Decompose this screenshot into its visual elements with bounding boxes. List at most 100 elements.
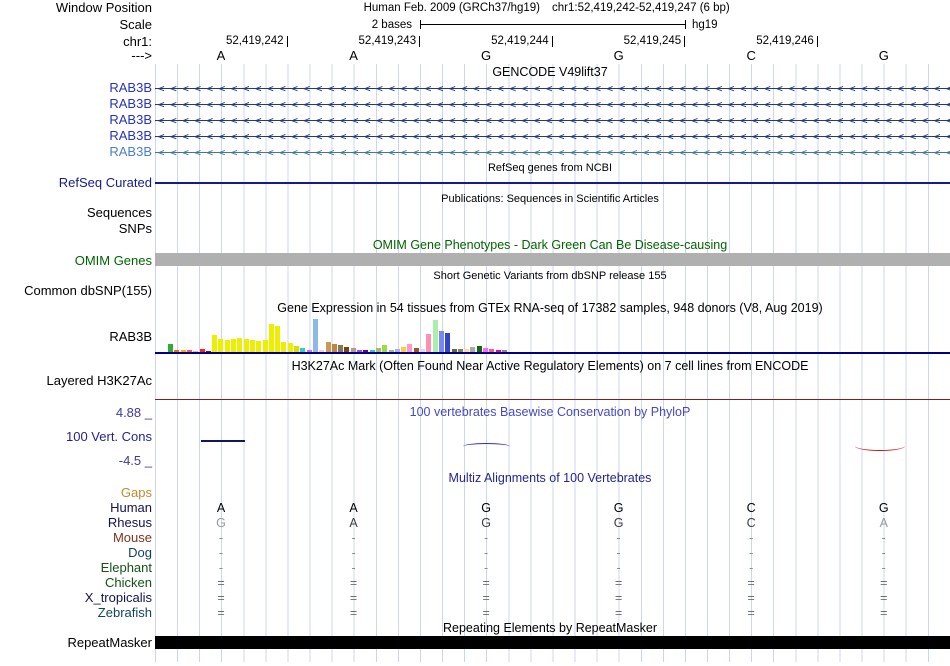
gtex-tissue-bar[interactable]	[231, 339, 236, 352]
alignment-base: -	[351, 546, 356, 560]
gene-label[interactable]: RAB3B	[0, 97, 152, 111]
refseq-track-label[interactable]: RefSeq Curated	[0, 176, 152, 190]
gtex-tissue-bar[interactable]	[338, 345, 344, 352]
alignment-base: =	[880, 606, 888, 620]
refseq-line[interactable]	[155, 182, 950, 184]
alignment-base: =	[349, 591, 358, 605]
alignment-base: -	[484, 531, 489, 545]
gene-label[interactable]: RAB3B	[0, 81, 152, 95]
h3k27ac-track-label[interactable]: Layered H3K27Ac	[0, 374, 152, 388]
alignment-base: G	[613, 501, 624, 515]
species-label[interactable]: Elephant	[0, 561, 152, 575]
species-label[interactable]: Rhesus	[0, 516, 152, 530]
alignment-base: =	[747, 591, 755, 605]
gtex-tissue-bar[interactable]	[256, 341, 262, 352]
repeatmasker-bar[interactable]	[155, 636, 950, 649]
dbsnp-title[interactable]: Short Genetic Variants from dbSNP releas…	[155, 270, 945, 283]
gtex-tissue-bar[interactable]	[281, 342, 287, 352]
sequences-track-label[interactable]: Sequences	[0, 206, 152, 220]
gtex-tissue-bar[interactable]	[275, 326, 281, 352]
alignment-base: -	[881, 546, 886, 560]
alignment-base: =	[880, 576, 888, 590]
alignment-base: -	[218, 546, 224, 560]
conservation-mark[interactable]	[855, 441, 905, 451]
gtex-tissue-bar[interactable]	[243, 339, 249, 352]
gene-transcript[interactable]: <<<<<<<<<<<<<<<<<<<<<<<<<<<<<<<<<<<<<<<<…	[155, 145, 950, 160]
gtex-tissue-bar[interactable]	[382, 345, 388, 352]
dbsnp-track-label[interactable]: Common dbSNP(155)	[0, 284, 152, 298]
repeatmasker-track-label[interactable]: RepeatMasker	[0, 636, 152, 650]
publications-title[interactable]: Publications: Sequences in Scientific Ar…	[155, 193, 945, 206]
conservation-track-label[interactable]: 100 Vert. Cons	[0, 430, 152, 444]
species-label[interactable]: Human	[0, 501, 152, 515]
conservation-mark[interactable]	[201, 440, 245, 442]
gtex-tissue-bar[interactable]	[224, 340, 230, 352]
gtex-tissue-bar[interactable]	[218, 339, 224, 352]
gene-transcript[interactable]: <<<<<<<<<<<<<<<<<<<<<<<<<<<<<<<<<<<<<<<<…	[155, 129, 950, 144]
gtex-title[interactable]: Gene Expression in 54 tissues from GTEx …	[155, 302, 945, 315]
gtex-tissue-bar[interactable]	[325, 342, 331, 352]
species-label[interactable]: Gaps	[0, 486, 152, 500]
alignment-base: G	[613, 516, 624, 530]
gtex-tissue-bar[interactable]	[168, 344, 173, 352]
gene-transcript[interactable]: <<<<<<<<<<<<<<<<<<<<<<<<<<<<<<<<<<<<<<<<…	[155, 81, 950, 96]
alignment-base: =	[614, 576, 623, 590]
gtex-baseline	[155, 352, 950, 354]
multiz-title[interactable]: Multiz Alignments of 100 Vertebrates	[155, 472, 945, 485]
alignment-base: -	[351, 561, 356, 575]
species-label[interactable]: Mouse	[0, 531, 152, 545]
conservation-mark[interactable]	[463, 443, 510, 450]
species-label[interactable]: X_tropicalis	[0, 591, 152, 605]
gtex-track-label[interactable]: RAB3B	[0, 330, 152, 344]
alignment-base: -	[484, 561, 489, 575]
h3k27ac-title[interactable]: H3K27Ac Mark (Often Found Near Active Re…	[155, 360, 945, 373]
alignment-base: A	[216, 501, 226, 515]
alignment-base: -	[749, 531, 754, 545]
gtex-tissue-bar[interactable]	[445, 333, 451, 352]
phylop-title[interactable]: 100 vertebrates Basewise Conservation by…	[155, 406, 945, 419]
gtex-tissue-bar[interactable]	[268, 324, 274, 352]
gtex-tissue-bar[interactable]	[237, 338, 243, 352]
alignment-base: -	[218, 531, 224, 545]
species-label[interactable]: Dog	[0, 546, 152, 560]
gene-label[interactable]: RAB3B	[0, 129, 152, 143]
reference-base: G	[878, 48, 889, 63]
coordinate-label: 52,419,242	[225, 35, 284, 47]
gtex-tissue-bar[interactable]	[438, 331, 444, 352]
reference-base: A	[349, 48, 358, 63]
window-position-label: Window Position	[55, 0, 152, 15]
gene-label[interactable]: RAB3B	[0, 145, 152, 159]
species-label[interactable]: Chicken	[0, 576, 152, 590]
gene-label[interactable]: RAB3B	[0, 113, 152, 127]
gtex-tissue-bar[interactable]	[407, 344, 413, 352]
phylop-max-label: 4.88 _	[115, 405, 152, 420]
gtex-tissue-bar[interactable]	[262, 340, 268, 352]
gene-transcript[interactable]: <<<<<<<<<<<<<<<<<<<<<<<<<<<<<<<<<<<<<<<<…	[155, 97, 950, 112]
alignment-base: =	[747, 576, 755, 590]
gencode-title[interactable]: GENCODE V49lift37	[155, 66, 945, 79]
coordinate-tick	[419, 36, 420, 47]
strand-arrows-icon: <<<<<<<<<<<<<<<<<<<<<<<<<<<<<<<<<<<<<<<<…	[158, 130, 950, 143]
species-label[interactable]: Zebrafish	[0, 606, 152, 620]
gtex-tissue-bar[interactable]	[432, 320, 438, 352]
alignment-base: =	[614, 591, 623, 605]
omim-title[interactable]: OMIM Gene Phenotypes - Dark Green Can Be…	[155, 239, 945, 252]
alignment-base: =	[482, 576, 490, 590]
gtex-tissue-bar[interactable]	[212, 335, 218, 352]
scale-label: Scale	[119, 17, 152, 32]
gtex-tissue-bar[interactable]	[331, 344, 337, 352]
gtex-tissue-bar[interactable]	[426, 334, 432, 352]
gtex-barchart[interactable]	[155, 319, 950, 352]
omim-bar[interactable]	[155, 253, 950, 266]
gtex-tissue-bar[interactable]	[312, 319, 318, 352]
gtex-tissue-bar[interactable]	[249, 340, 255, 352]
gene-transcript[interactable]: <<<<<<<<<<<<<<<<<<<<<<<<<<<<<<<<<<<<<<<<…	[155, 113, 950, 128]
coordinate-tick	[817, 36, 818, 47]
snps-track-label[interactable]: SNPs	[0, 222, 152, 236]
gtex-tissue-bar[interactable]	[287, 343, 293, 352]
refseq-title[interactable]: RefSeq genes from NCBI	[155, 162, 945, 175]
coordinate-label: 52,419,244	[491, 35, 549, 47]
repeatmasker-title[interactable]: Repeating Elements by RepeatMasker	[155, 622, 945, 635]
alignment-base: =	[217, 606, 225, 620]
omim-track-label[interactable]: OMIM Genes	[0, 254, 152, 268]
